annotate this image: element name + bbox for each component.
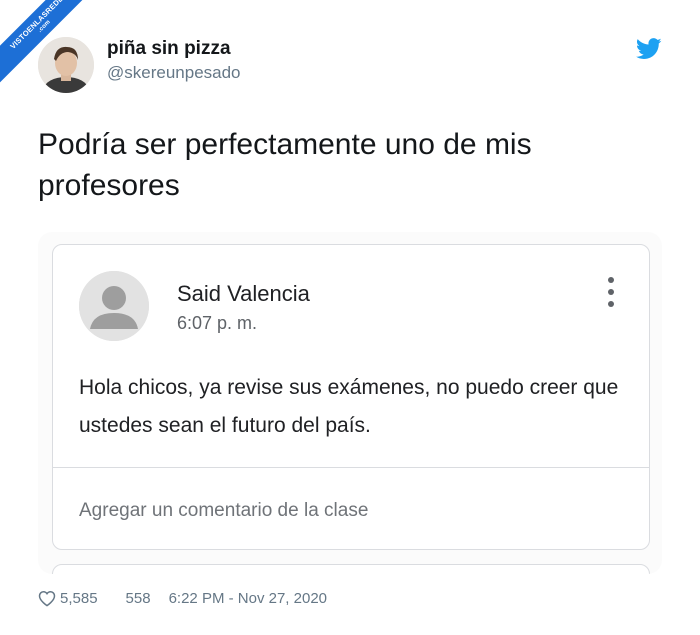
like-count[interactable]: 5,585 — [60, 590, 98, 607]
classroom-post: Said Valencia 6:07 p. m. Hola chicos, ya… — [52, 244, 650, 550]
avatar[interactable] — [38, 37, 94, 93]
tweet-card: VISTOENLASREDES .com piña sin pizza @ske… — [0, 0, 700, 635]
post-divider — [53, 467, 649, 468]
person-placeholder-icon — [79, 271, 149, 341]
avatar-photo — [38, 37, 94, 93]
post-body: Hola chicos, ya revise sus exámenes, no … — [79, 376, 619, 437]
class-comment-placeholder: Agregar un comentario de la clase — [79, 500, 369, 521]
tweet-timestamp[interactable]: 6:22 PM - Nov 27, 2020 — [169, 590, 327, 607]
heart-icon[interactable] — [38, 590, 56, 607]
tweet-footer: 5,585 558 6:22 PM - Nov 27, 2020 — [38, 590, 327, 607]
tweet-media[interactable]: Said Valencia 6:07 p. m. Hola chicos, ya… — [38, 232, 662, 574]
post-author: Said Valencia — [177, 281, 310, 306]
next-post-card — [52, 564, 650, 574]
more-vert-icon — [607, 277, 615, 307]
tweet-text: Podría ser perfectamente uno de mis prof… — [38, 128, 532, 202]
twitter-bird-icon[interactable] — [636, 38, 662, 60]
user-handle[interactable]: @skereunpesado — [107, 63, 241, 83]
post-time: 6:07 p. m. — [177, 313, 258, 333]
display-name[interactable]: piña sin pizza — [107, 38, 231, 60]
reply-count[interactable]: 558 — [126, 590, 151, 607]
